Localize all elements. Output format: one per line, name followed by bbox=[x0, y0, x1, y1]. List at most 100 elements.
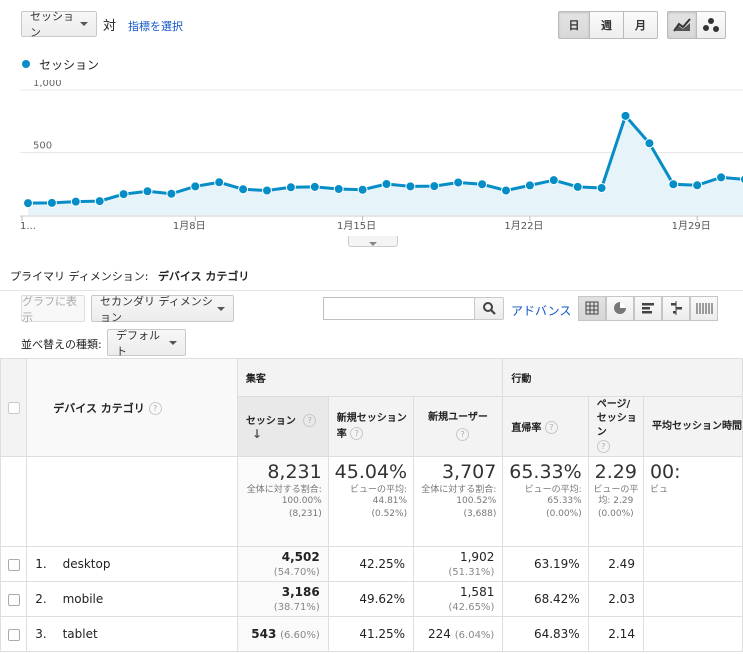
total-sessions: 8,231 全体に対する割合: 100.00% (8,231) bbox=[236, 456, 329, 547]
col-new-session-rate[interactable]: 新規セッション率 ? bbox=[327, 396, 415, 457]
x-tick-label: 1月8日 bbox=[173, 220, 206, 232]
period-week-button[interactable]: 週 bbox=[589, 11, 624, 39]
data-point bbox=[94, 196, 105, 207]
data-point bbox=[429, 181, 440, 192]
chevron-down-icon bbox=[80, 22, 88, 26]
data-table: デバイス カテゴリ ? 集客 行動 セッション ? ↓ 新規セッション率 ? 新… bbox=[0, 358, 743, 652]
view-pivot-button[interactable] bbox=[690, 296, 718, 321]
total-new-session-rate: 45.04% ビューの平均: 44.81% (0.52%) bbox=[327, 456, 415, 547]
sort-type-select[interactable]: デフォルト bbox=[107, 329, 186, 358]
row-checkbox[interactable] bbox=[7, 593, 20, 606]
pivot-icon bbox=[696, 303, 713, 314]
total-bounce-rate: 65.33% ビューの平均: 65.33% (0.00%) bbox=[502, 456, 589, 547]
y-tick-label: 500 bbox=[33, 141, 52, 152]
data-point bbox=[501, 185, 511, 196]
help-icon[interactable]: ? bbox=[148, 402, 162, 415]
primary-dimension-label: プライマリ ディメンション: bbox=[10, 270, 149, 283]
period-month-button[interactable]: 月 bbox=[623, 11, 658, 39]
period-day-button[interactable]: 日 bbox=[558, 11, 590, 39]
data-point bbox=[23, 198, 33, 209]
col-sessions[interactable]: セッション ? ↓ bbox=[236, 396, 329, 457]
divider bbox=[0, 290, 743, 291]
motion-chart-button[interactable] bbox=[696, 11, 726, 39]
data-point bbox=[620, 110, 631, 121]
select-all-checkbox[interactable] bbox=[7, 402, 20, 414]
chevron-down-icon bbox=[217, 306, 225, 311]
view-pie-button[interactable] bbox=[606, 296, 634, 321]
data-point bbox=[596, 183, 607, 193]
data-point bbox=[381, 179, 392, 189]
total-avg-session-duration: 00: ビュ bbox=[642, 456, 743, 547]
help-icon[interactable]: ? bbox=[544, 421, 558, 435]
primary-dimension-value[interactable]: デバイス カテゴリ bbox=[158, 270, 250, 283]
row-dimension-link[interactable]: tablet bbox=[63, 627, 98, 641]
data-point bbox=[46, 197, 57, 208]
data-point bbox=[477, 179, 488, 190]
help-icon[interactable]: ? bbox=[350, 427, 364, 440]
view-table-button[interactable] bbox=[578, 296, 606, 321]
table-row[interactable]: 3. tablet 543 (6.60%) 41.25% 224 (6.04%)… bbox=[0, 616, 743, 652]
help-icon[interactable]: ? bbox=[456, 428, 470, 441]
data-point bbox=[357, 184, 368, 195]
col-bounce-rate[interactable]: 直帰率 ? bbox=[502, 396, 589, 457]
grid-icon bbox=[585, 301, 599, 315]
row-checkbox[interactable] bbox=[7, 558, 20, 571]
data-point bbox=[190, 181, 201, 192]
data-point bbox=[333, 184, 344, 194]
data-point bbox=[572, 181, 583, 192]
legend-dot bbox=[22, 60, 30, 68]
data-point bbox=[405, 181, 416, 192]
row-dimension-link[interactable]: mobile bbox=[63, 592, 104, 606]
chevron-down-icon bbox=[369, 242, 377, 246]
table-row[interactable]: 2. mobile 3,186 (38.71%) 49.62% 1,581 (4… bbox=[0, 581, 743, 617]
vs-label: 対 bbox=[103, 19, 117, 34]
data-point bbox=[238, 184, 249, 195]
search-icon bbox=[482, 302, 496, 315]
data-point bbox=[692, 180, 703, 191]
x-tick-label: 1月15日 bbox=[337, 220, 376, 232]
total-new-users: 3,707 全体に対する割合: 100.52% (3,688) bbox=[413, 456, 504, 547]
search-button[interactable] bbox=[474, 297, 504, 320]
select-all-cell[interactable] bbox=[0, 358, 28, 457]
view-performance-button[interactable] bbox=[634, 296, 662, 321]
legend-label: セッション bbox=[39, 58, 100, 72]
data-point bbox=[524, 180, 535, 191]
search-input[interactable] bbox=[323, 297, 475, 320]
table-row[interactable]: 1. desktop 4,502 (54.70%) 42.25% 1,902 (… bbox=[0, 546, 743, 582]
pie-chart-icon bbox=[614, 302, 626, 314]
line-chart-button[interactable] bbox=[667, 11, 697, 39]
view-comparison-button[interactable] bbox=[662, 296, 690, 321]
metric-select-value: セッション bbox=[30, 10, 74, 39]
data-point bbox=[716, 172, 727, 183]
data-point bbox=[142, 186, 153, 197]
sessions-line-chart: 1,000 500 1... 1月8日 1月15日 1月22日 1月29日 bbox=[20, 80, 743, 232]
row-checkbox[interactable] bbox=[7, 628, 20, 641]
select-metric-link[interactable]: 指標を選択 bbox=[128, 18, 183, 34]
collapse-chart-handle[interactable] bbox=[348, 236, 398, 247]
data-point bbox=[668, 179, 679, 190]
secondary-dimension-select[interactable]: セカンダリ ディメンション bbox=[91, 295, 234, 324]
plot-rows-button[interactable]: グラフに表示 bbox=[21, 295, 85, 324]
help-icon[interactable]: ? bbox=[596, 440, 610, 454]
col-pages-per-session[interactable]: ページ/セッション ? bbox=[587, 396, 644, 457]
row-dimension-link[interactable]: desktop bbox=[63, 557, 111, 571]
series-area bbox=[28, 115, 743, 215]
chevron-down-icon bbox=[169, 340, 177, 345]
metric-select[interactable]: セッション bbox=[21, 10, 97, 39]
group-behavior: 行動 bbox=[502, 358, 743, 397]
y-tick-label: 1,000 bbox=[33, 80, 62, 89]
x-tick-label: 1月29日 bbox=[672, 220, 711, 232]
data-point bbox=[262, 185, 272, 196]
advanced-link[interactable]: アドバンス bbox=[511, 302, 571, 319]
help-icon[interactable]: ? bbox=[303, 414, 317, 428]
col-new-users[interactable]: 新規ユーザー ? bbox=[413, 396, 504, 457]
total-pages-per-session: 2.29 ビューの平均: 2.29 (0.00%) bbox=[587, 456, 644, 547]
group-acquisition: 集客 bbox=[236, 358, 504, 397]
totals-row: 8,231 全体に対する割合: 100.00% (8,231) 45.04% ビ… bbox=[0, 456, 743, 547]
data-point bbox=[548, 175, 559, 186]
comparison-icon bbox=[671, 301, 682, 315]
col-avg-session-duration[interactable]: 平均セッション時間 bbox=[642, 396, 743, 457]
data-point bbox=[214, 177, 225, 188]
primary-dimension: プライマリ ディメンション: デバイス カテゴリ bbox=[10, 268, 249, 284]
data-point bbox=[70, 196, 81, 207]
